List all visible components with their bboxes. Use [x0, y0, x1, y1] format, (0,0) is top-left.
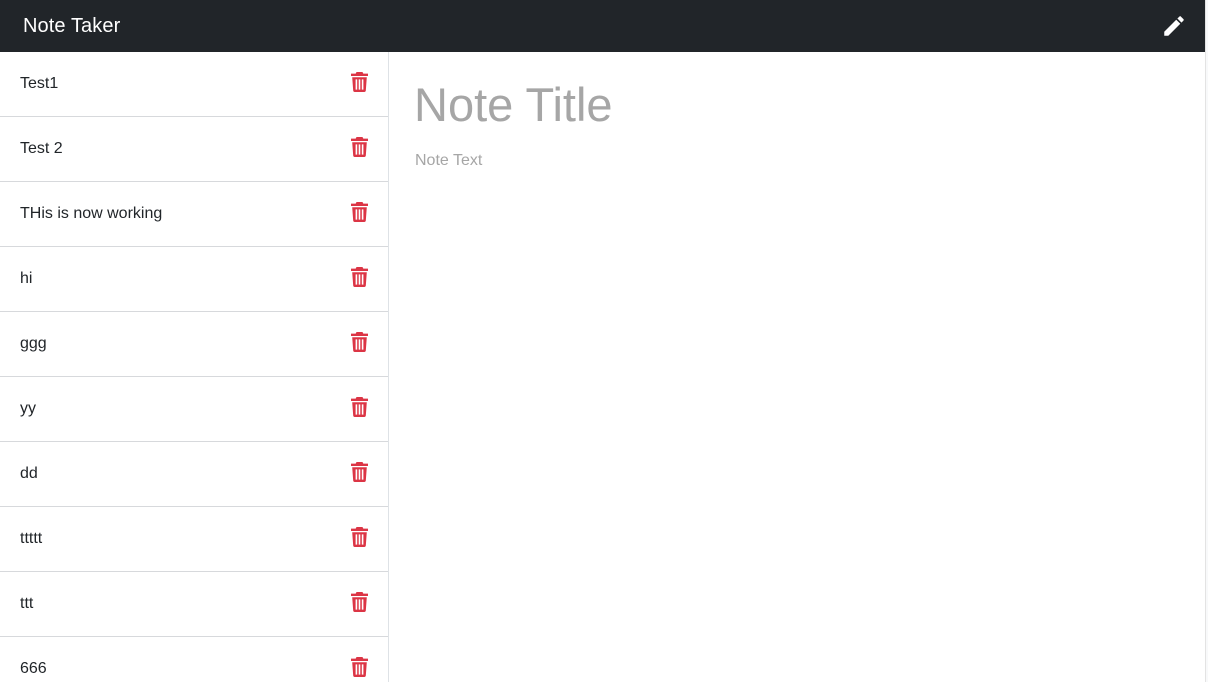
list-item[interactable]: ggg	[0, 312, 388, 377]
note-title: ttt	[20, 595, 34, 612]
pencil-icon	[1164, 16, 1184, 36]
delete-note-button[interactable]	[350, 527, 368, 547]
list-item[interactable]: Test1	[0, 52, 388, 117]
navbar: Note Taker	[0, 0, 1205, 52]
delete-note-button[interactable]	[350, 592, 368, 612]
trash-icon	[350, 202, 368, 222]
note-title: Test 2	[20, 140, 63, 157]
trash-icon	[350, 592, 368, 612]
list-item[interactable]: 666	[0, 637, 388, 682]
note-title: hi	[20, 270, 33, 287]
delete-note-button[interactable]	[350, 462, 368, 482]
delete-note-button[interactable]	[350, 137, 368, 157]
delete-note-button[interactable]	[350, 202, 368, 222]
note-text-input[interactable]	[415, 152, 1175, 652]
note-title: ggg	[20, 335, 47, 352]
delete-note-button[interactable]	[350, 72, 368, 92]
list-item[interactable]: yy	[0, 377, 388, 442]
list-item[interactable]: hi	[0, 247, 388, 312]
trash-icon	[350, 657, 368, 677]
list-item[interactable]: Test 2	[0, 117, 388, 182]
note-title-input[interactable]	[414, 74, 1174, 134]
trash-icon	[350, 72, 368, 92]
note-title: 666	[20, 660, 47, 677]
note-title: ttttt	[20, 530, 43, 547]
delete-note-button[interactable]	[350, 657, 368, 677]
trash-icon	[350, 332, 368, 352]
brand-title[interactable]: Note Taker	[23, 15, 120, 38]
trash-icon	[350, 462, 368, 482]
note-title: Test1	[20, 75, 59, 92]
new-note-button[interactable]	[1160, 12, 1188, 40]
list-item[interactable]: dd	[0, 442, 388, 507]
note-title: yy	[20, 400, 36, 417]
notes-list: Test1 Test 2 THis is now working hi ggg …	[0, 52, 389, 682]
trash-icon	[350, 527, 368, 547]
list-item[interactable]: ttttt	[0, 507, 388, 572]
trash-icon	[350, 137, 368, 157]
list-item[interactable]: ttt	[0, 572, 388, 637]
note-title: THis is now working	[20, 205, 163, 222]
delete-note-button[interactable]	[350, 332, 368, 352]
trash-icon	[350, 397, 368, 417]
delete-note-button[interactable]	[350, 267, 368, 287]
note-title: dd	[20, 465, 38, 482]
note-editor	[389, 52, 1205, 682]
list-item[interactable]: THis is now working	[0, 182, 388, 247]
delete-note-button[interactable]	[350, 397, 368, 417]
trash-icon	[350, 267, 368, 287]
